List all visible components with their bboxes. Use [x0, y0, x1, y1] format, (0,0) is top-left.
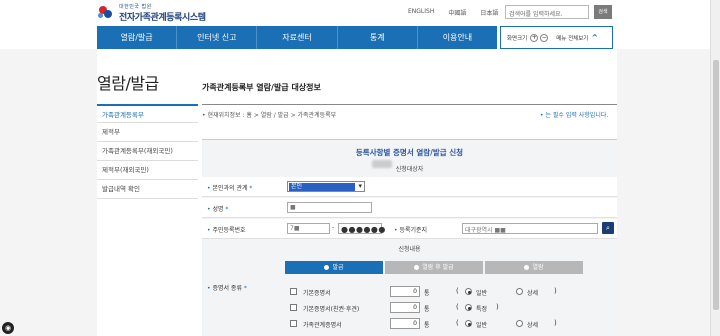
nav-item-data-center[interactable]: 자료센터 [257, 26, 338, 49]
tab-view-then-issue[interactable]: 열람 후 발급 [385, 261, 485, 274]
radio-specific-label: 특정 [476, 306, 488, 313]
cert-checkbox[interactable] [290, 288, 297, 295]
cert-row-basic: 기본증명서 0 통 ( 일반 상세 ) [290, 286, 610, 298]
sidebar-item-issue-history[interactable]: 발급내역 확인 [97, 180, 198, 199]
sidebar-title: 열람/발급 [97, 74, 159, 93]
cert-name: 기본증명서(친권·후견) [303, 306, 360, 313]
required-note: • 는 필수 입력 사항입니다. [540, 112, 609, 119]
cert-name: 기본증명서 [303, 290, 331, 297]
rrn-back-input[interactable]: ●●●●●● [338, 223, 385, 234]
nav-item-view-issue[interactable]: 열람/발급 [97, 26, 178, 49]
nav-item-guide[interactable]: 이용안내 [418, 26, 497, 49]
relation-label: • 본인과의 관계 * [207, 185, 253, 192]
cert-name: 가족관계증명서 [303, 322, 342, 329]
page-scrollbar[interactable] [710, 0, 720, 336]
cert-count-input[interactable]: 0 [390, 286, 420, 297]
reg-base-label: • 등록기준지 [394, 227, 428, 234]
relation-row: • 본인과의 관계 * 본인 ▾ [202, 177, 617, 197]
cert-count-input[interactable]: 0 [390, 302, 420, 313]
lang-english-link[interactable]: ENGLISH [408, 8, 434, 17]
cert-unit: 통 [424, 322, 430, 329]
sidebar-item-removal-register[interactable]: 제적부 [97, 123, 198, 142]
main-nav: 열람/발급 인터넷 신고 자료센터 통계 이용안내 [97, 26, 497, 49]
cert-checkbox[interactable] [290, 320, 297, 327]
cert-row-basic-custody: 기본증명서(친권·후견) 0 통 ( 특정 ) [290, 302, 610, 314]
rrn-row: • 주민등록번호 7■ - ●●●●●● • 등록기준지 대구광역시 ■■ ⌕ [202, 219, 617, 239]
section-target-label: 신청대상자 [395, 166, 424, 173]
logo-title: 전자가족관계등록시스템 [119, 13, 206, 23]
radio-detail-label: 상세 [527, 290, 539, 297]
search-icon[interactable]: ⌕ [602, 222, 614, 234]
sidebar-item-family-register[interactable]: 가족관계등록부 [97, 104, 198, 123]
search-input[interactable]: 검색어를 입력하세요. [505, 5, 589, 19]
chevron-down-icon: ▾ [358, 182, 362, 190]
cert-unit: 통 [424, 290, 430, 297]
zoom-in-button[interactable]: + [530, 33, 539, 42]
zoom-controls: 화면크기 + − 메뉴 전체보기 ^ [500, 26, 613, 49]
lang-japanese-link[interactable]: 日本語 [480, 8, 498, 17]
radio-general[interactable] [465, 288, 472, 295]
sidebar-menu: 가족관계등록부 제적부 가족관계등록부(재외국민) 제적부(재외국민) 발급내역… [97, 104, 198, 199]
site-header: 대한민국 법원 전자가족관계등록시스템 ENGLISH 中國語 日本語 검색어를… [0, 0, 720, 26]
nav-item-internet-report[interactable]: 인터넷 신고 [177, 26, 258, 49]
cert-count-input[interactable]: 0 [390, 318, 420, 329]
logo-subtitle: 대한민국 법원 [119, 4, 152, 10]
help-icon[interactable]: ◉ [2, 322, 14, 334]
radio-general-label: 일반 [476, 322, 488, 329]
scrollbar-thumb[interactable] [713, 60, 719, 310]
cert-type-label: • 증명서 종류 * [207, 285, 247, 292]
radio-detail-label: 상세 [527, 322, 539, 329]
name-input[interactable]: ■ [287, 202, 372, 213]
divider [202, 104, 617, 105]
rrn-separator: - [332, 224, 335, 231]
zoom-out-button[interactable]: − [540, 33, 549, 42]
name-label: • 성명 * [207, 206, 229, 213]
nav-item-statistics[interactable]: 통계 [338, 26, 418, 49]
tab-view[interactable]: 열람 [485, 261, 585, 274]
sidebar-item-removal-register-overseas[interactable]: 제적부(재외국민) [97, 161, 198, 180]
radio-icon [414, 265, 420, 270]
rrn-label: • 주민등록번호 [207, 227, 246, 234]
breadcrumb: • 현재위치정보 : 홈 > 열람 / 발급 > 가족관계등록부 [202, 112, 337, 119]
zoom-label: 화면크기 [507, 35, 528, 42]
chevron-up-icon[interactable]: ^ [591, 33, 598, 42]
relation-selected-value: 본인 [289, 183, 355, 191]
name-row: • 성명 * ■ [202, 198, 617, 218]
radio-general-label: 일반 [476, 290, 488, 297]
reg-base-input[interactable]: 대구광역시 ■■ [462, 223, 598, 234]
sidebar-item-family-register-overseas[interactable]: 가족관계등록부(재외국민) [97, 142, 198, 161]
relation-select[interactable]: 본인 ▾ [287, 181, 365, 192]
site-logo[interactable]: 대한민국 법원 전자가족관계등록시스템 [97, 3, 206, 23]
cert-checkbox[interactable] [290, 304, 297, 311]
tab-issue[interactable]: 발급 [285, 261, 385, 274]
section-content-label: 신청내용 [398, 246, 421, 253]
all-menu-button[interactable]: 메뉴 전체보기 [556, 34, 588, 42]
radio-detail[interactable] [516, 288, 523, 295]
court-emblem-icon [97, 4, 117, 22]
radio-icon [324, 265, 330, 270]
cert-unit: 통 [424, 306, 430, 313]
search-button[interactable]: 검색 [594, 5, 612, 19]
cert-row-family: 가족관계증명서 0 통 ( 일반 상세 ) [290, 318, 610, 330]
lang-chinese-link[interactable]: 中國語 [448, 8, 466, 17]
radio-detail[interactable] [516, 320, 523, 327]
form-title: 등록사항별 증명서 열람/발급 신청 [355, 148, 464, 157]
radio-general[interactable] [465, 320, 472, 327]
radio-specific[interactable] [465, 304, 472, 311]
request-type-tabs: 발급 열람 후 발급 열람 [285, 261, 585, 274]
radio-icon [524, 265, 530, 270]
rrn-front-input[interactable]: 7■ [287, 223, 330, 234]
language-links: ENGLISH 中國語 日本語 [408, 8, 512, 17]
page-title: 가족관계등록부 열람/발급 대상정보 [202, 83, 321, 92]
